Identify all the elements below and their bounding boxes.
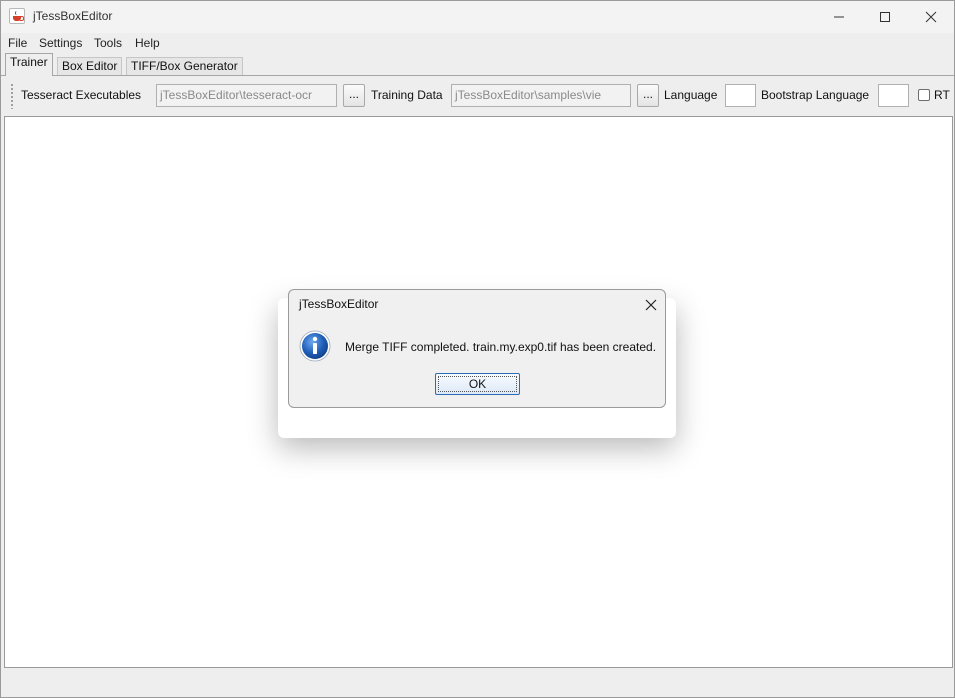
bootstrap-language-field[interactable] [878,84,909,107]
tab-box-editor[interactable]: Box Editor [57,57,123,75]
maximize-icon [880,12,890,22]
title-bar[interactable]: jTessBoxEditor [1,1,954,33]
browse-tesseract-button[interactable]: ... [343,84,365,107]
tesseract-label: Tesseract Executables [21,88,142,102]
dialog-close-button[interactable] [641,295,661,315]
toolbar-grip[interactable] [10,83,14,109]
tab-tiff-box-generator[interactable]: TIFF/Box Generator [126,57,243,75]
tesseract-path-field[interactable]: jTessBoxEditor\tesseract-ocr [156,84,337,107]
close-icon [645,299,657,311]
window-title: jTessBoxEditor [33,9,113,23]
training-data-field[interactable]: jTessBoxEditor\samples\vie [451,84,631,107]
close-window-button[interactable] [908,1,954,33]
maximize-button[interactable] [862,1,908,33]
message-dialog: jTessBoxEditor Merge TIFF completed. tra… [288,289,666,408]
language-field[interactable] [725,84,756,107]
menu-bar: File Settings Tools Help [1,33,954,53]
training-data-label: Training Data [371,88,443,102]
bootstrap-language-label: Bootstrap Language [761,88,870,102]
browse-training-data-button[interactable]: ... [637,84,659,107]
dialog-message: Merge TIFF completed. train.my.exp0.tif … [345,340,657,354]
menu-tools[interactable]: Tools [94,36,122,50]
rtl-checkbox[interactable] [918,89,930,101]
minimize-icon [834,16,844,18]
close-icon [925,11,937,23]
rtl-label: RT [934,88,950,102]
status-bar [1,669,954,697]
language-label: Language [664,88,718,102]
tab-strip: Trainer Box Editor TIFF/Box Generator [1,53,954,76]
trainer-toolbar: Tesseract Executables jTessBoxEditor\tes… [1,76,954,115]
minimize-button[interactable] [816,1,862,33]
tab-trainer[interactable]: Trainer [5,53,53,76]
ok-button[interactable]: OK [435,373,520,395]
dialog-title: jTessBoxEditor [299,297,379,311]
menu-help[interactable]: Help [135,36,160,50]
info-icon [299,330,331,362]
java-app-icon [9,8,25,24]
menu-settings[interactable]: Settings [39,36,82,50]
menu-file[interactable]: File [8,36,27,50]
focus-ring [438,376,517,392]
